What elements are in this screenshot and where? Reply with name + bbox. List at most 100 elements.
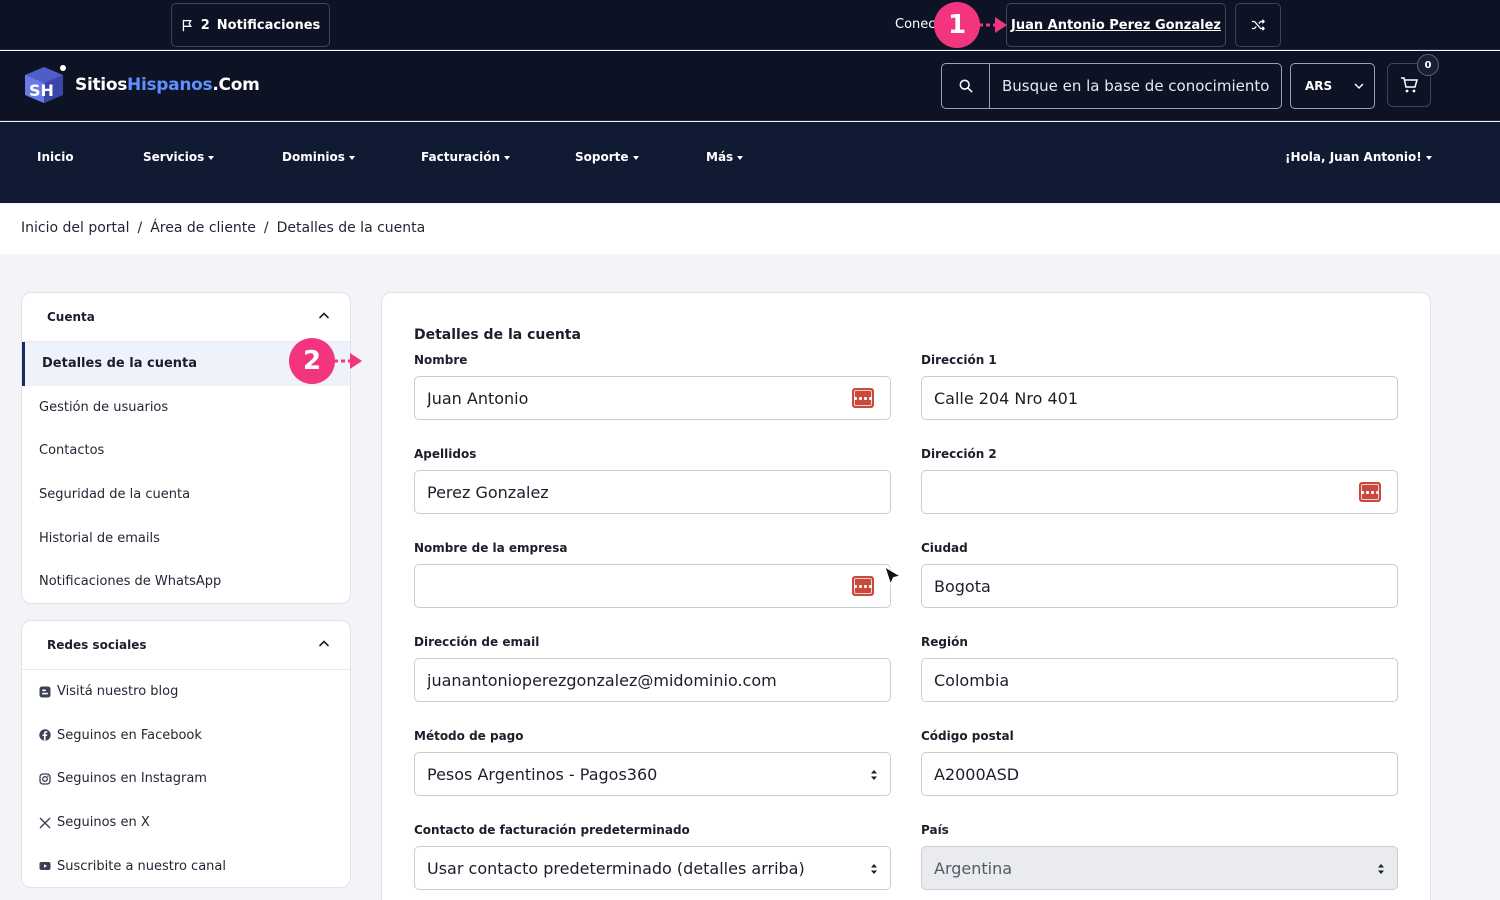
metodo-pago-label: Método de pago <box>414 729 524 743</box>
social-link-youtube[interactable]: Suscribite a nuestro canal <box>22 844 350 887</box>
caret-down-icon <box>348 155 355 160</box>
currency-value: ARS <box>1305 79 1333 93</box>
nav-item-label: Facturación <box>421 150 501 164</box>
password-manager-icon[interactable] <box>852 576 874 596</box>
social-panel-header: Redes sociales <box>22 621 350 670</box>
email-field[interactable] <box>414 658 891 702</box>
chevron-up-icon[interactable] <box>318 310 330 322</box>
breadcrumb: Inicio del portal / Área de cliente / De… <box>21 220 425 236</box>
mouse-cursor-icon <box>884 566 902 586</box>
main-navigation: Inicio Servicios Dominios Facturación So… <box>0 122 1500 203</box>
switch-account-button[interactable] <box>1235 3 1281 47</box>
facebook-icon <box>39 729 51 742</box>
nav-item-user-greeting[interactable]: ¡Hola, Juan Antonio! <box>1285 150 1432 164</box>
social-link-label: Seguinos en Instagram <box>57 771 207 787</box>
nav-item-label: Servicios <box>143 150 205 164</box>
nav-item-dominios[interactable]: Dominios <box>282 150 355 164</box>
caret-down-icon <box>632 155 639 160</box>
annotation-arrow-icon <box>979 17 1007 33</box>
currency-select[interactable]: ARS <box>1290 63 1375 109</box>
direccion1-label: Dirección 1 <box>921 353 997 367</box>
codigo-postal-label: Código postal <box>921 729 1014 743</box>
select-arrows-icon <box>871 770 877 780</box>
knowledgebase-search <box>941 63 1282 109</box>
codigo-postal-field[interactable] <box>921 752 1398 796</box>
nombre-label: Nombre <box>414 353 468 367</box>
annotation-arrow-icon <box>334 353 362 369</box>
notifications-button[interactable]: 2 Notificaciones <box>171 3 330 47</box>
caret-down-icon <box>737 155 744 160</box>
card-title: Detalles de la cuenta <box>414 327 581 343</box>
pais-value: Argentina <box>934 858 1013 878</box>
nav-item-label: Inicio <box>37 150 74 164</box>
social-link-label: Suscribite a nuestro canal <box>57 858 226 874</box>
social-link-x[interactable]: Seguinos en X <box>22 801 350 845</box>
notifications-label: Notificaciones <box>216 17 321 33</box>
social-link-label: Visitá nuestro blog <box>57 684 179 700</box>
email-label: Dirección de email <box>414 635 540 649</box>
logo-text-part: Sitios <box>75 75 128 95</box>
search-icon <box>959 79 973 93</box>
password-manager-icon[interactable] <box>1359 482 1381 502</box>
select-arrows-icon <box>1378 864 1384 874</box>
nav-item-label: Más <box>706 150 734 164</box>
contacto-facturacion-select[interactable]: Usar contacto predeterminado (detalles a… <box>414 846 891 890</box>
ciudad-field[interactable] <box>921 564 1398 608</box>
sidebar-item-email-history[interactable]: Historial de emails <box>22 516 350 560</box>
contacto-facturacion-value: Usar contacto predeterminado (detalles a… <box>427 858 805 878</box>
apellidos-label: Apellidos <box>414 447 477 461</box>
breadcrumb-bar: Inicio del portal / Área de cliente / De… <box>0 204 1500 254</box>
logo-text: SitiosHispanos.Com <box>75 75 260 95</box>
metodo-pago-value: Pesos Argentinos - Pagos360 <box>427 764 658 784</box>
breadcrumb-link-portal[interactable]: Inicio del portal <box>21 220 130 236</box>
chevron-up-icon[interactable] <box>318 638 330 650</box>
sidebar-item-whatsapp-notifications[interactable]: Notificaciones de WhatsApp <box>22 560 350 603</box>
social-link-blog[interactable]: Visitá nuestro blog <box>22 670 350 714</box>
empresa-field[interactable] <box>414 564 891 608</box>
social-link-instagram[interactable]: Seguinos en Instagram <box>22 757 350 801</box>
empresa-label: Nombre de la empresa <box>414 541 568 555</box>
nav-item-facturacion[interactable]: Facturación <box>421 150 511 164</box>
user-account-button[interactable]: Juan Antonio Perez Gonzalez <box>1006 3 1226 47</box>
nav-greeting-label: ¡Hola, Juan Antonio! <box>1285 150 1422 164</box>
site-logo[interactable]: SH SitiosHispanos.Com <box>21 64 260 106</box>
breadcrumb-separator: / <box>263 220 269 236</box>
flag-icon <box>182 19 192 31</box>
ciudad-label: Ciudad <box>921 541 968 555</box>
sidebar-item-user-management[interactable]: Gestión de usuarios <box>22 386 350 430</box>
apellidos-field[interactable] <box>414 470 891 514</box>
nav-item-soporte[interactable]: Soporte <box>575 150 639 164</box>
nombre-field[interactable] <box>414 376 891 420</box>
breadcrumb-separator: / <box>137 220 143 236</box>
annotation-step-2: 2 <box>289 338 335 384</box>
select-arrows-icon <box>871 864 877 874</box>
nav-item-mas[interactable]: Más <box>706 150 744 164</box>
contacto-facturacion-label: Contacto de facturación predeterminado <box>414 823 690 837</box>
region-field[interactable] <box>921 658 1398 702</box>
instagram-icon <box>39 773 51 785</box>
logo-text-part: Hispanos <box>127 75 213 95</box>
social-link-label: Seguinos en Facebook <box>57 727 202 743</box>
cart-count-badge: 0 <box>1417 54 1439 76</box>
search-input[interactable] <box>990 64 1281 108</box>
nav-item-servicios[interactable]: Servicios <box>143 150 215 164</box>
social-link-facebook[interactable]: Seguinos en Facebook <box>22 714 350 758</box>
nav-item-inicio[interactable]: Inicio <box>37 150 74 164</box>
metodo-pago-select[interactable]: Pesos Argentinos - Pagos360 <box>414 752 891 796</box>
sidebar-item-contacts[interactable]: Contactos <box>22 429 350 473</box>
direccion2-field[interactable] <box>921 470 1398 514</box>
nav-item-label: Soporte <box>575 150 629 164</box>
sidebar-item-account-security[interactable]: Seguridad de la cuenta <box>22 473 350 517</box>
caret-down-icon <box>504 155 511 160</box>
search-button[interactable] <box>942 64 990 108</box>
breadcrumb-current: Detalles de la cuenta <box>276 220 426 236</box>
youtube-icon <box>39 862 51 871</box>
caret-down-icon <box>1425 155 1432 160</box>
breadcrumb-link-client-area[interactable]: Área de cliente <box>150 220 256 236</box>
social-link-label: Seguinos en X <box>57 815 150 831</box>
password-manager-icon[interactable] <box>852 388 874 408</box>
cart-icon <box>1401 77 1418 93</box>
social-panel-title: Redes sociales <box>47 638 147 652</box>
caret-down-icon <box>208 155 215 160</box>
direccion1-field[interactable] <box>921 376 1398 420</box>
